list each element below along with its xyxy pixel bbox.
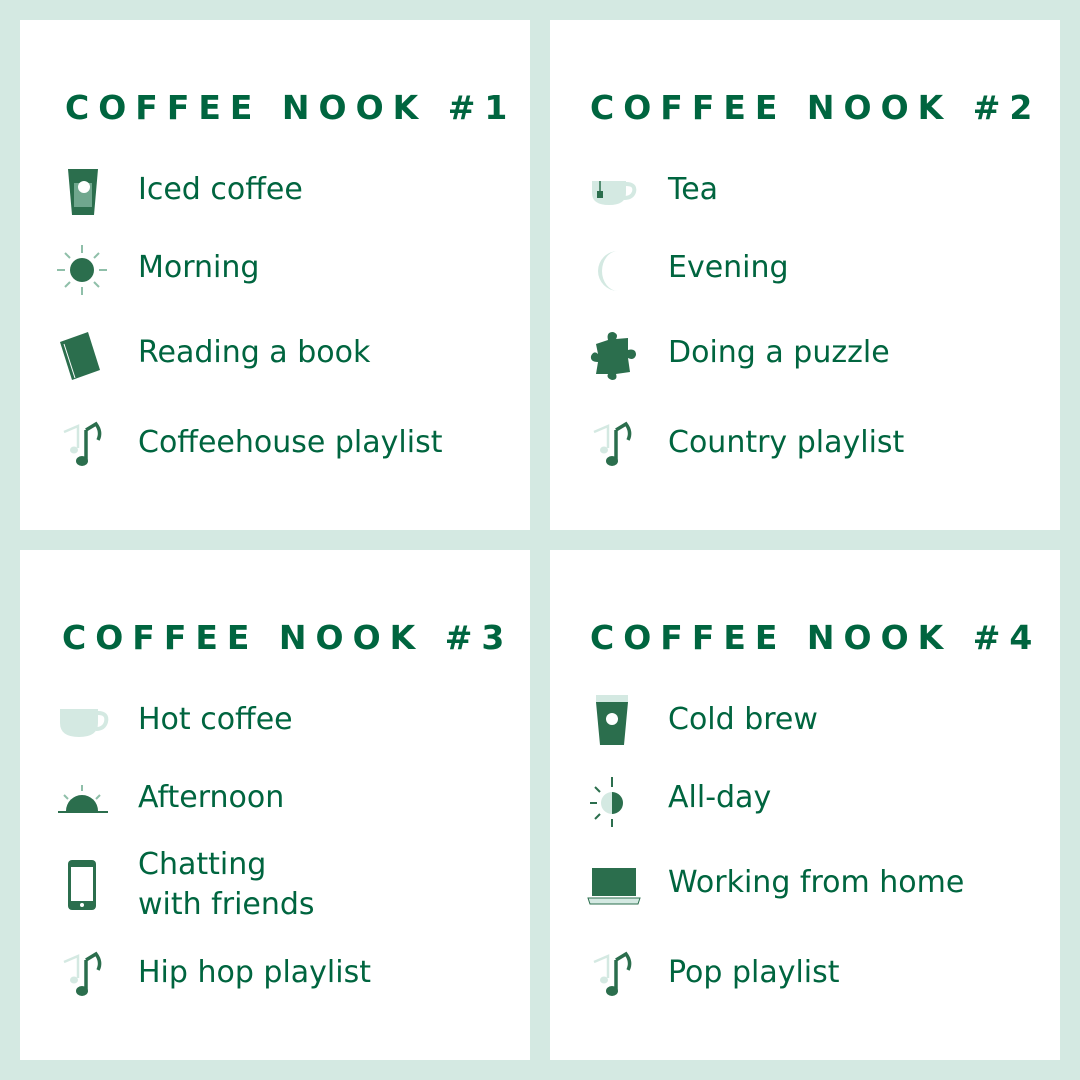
laptop-icon	[587, 868, 641, 905]
item-label: Hot coffee	[138, 702, 293, 737]
item-label: Doing a puzzle	[668, 335, 890, 370]
music-notes-icon	[62, 422, 102, 468]
book-icon	[60, 332, 100, 380]
iced-coffee-icon	[68, 169, 98, 215]
item-label: Pop playlist	[668, 955, 840, 990]
music-notes-icon	[592, 952, 632, 998]
nook-title: COFFEE NOOK #2	[590, 88, 1042, 127]
item-label: Coffeehouse playlist	[138, 425, 443, 460]
music-notes-icon	[592, 422, 632, 468]
coffee-nook-4-card: COFFEE NOOK #4 Cold brew All-day Working…	[550, 550, 1060, 1060]
item-label: Iced coffee	[138, 172, 303, 207]
tea-cup-icon	[592, 181, 637, 205]
list-item: Afternoon	[20, 768, 530, 828]
item-label: Afternoon	[138, 780, 285, 815]
nook-title: COFFEE NOOK #1	[65, 88, 517, 127]
item-label: Evening	[668, 250, 789, 285]
list-item: All-day	[550, 768, 1060, 828]
item-label: Working from home	[668, 865, 965, 900]
item-label: Hip hop playlist	[138, 955, 371, 990]
list-item: Hip hop playlist	[20, 943, 530, 1003]
sun-icon	[57, 245, 107, 295]
coffee-nook-1-card: COFFEE NOOK #1 Iced coffee Morning Readi…	[20, 20, 530, 530]
list-item: Iced coffee	[20, 160, 530, 220]
moon-icon	[598, 251, 618, 291]
item-label: Cold brew	[668, 702, 818, 737]
list-item: Working from home	[550, 853, 1060, 913]
nook-title: COFFEE NOOK #4	[590, 618, 1042, 657]
list-item: Tea	[550, 160, 1060, 220]
list-item: Chatting with friends	[20, 845, 530, 925]
list-item: Hot coffee	[20, 690, 530, 750]
half-sun-icon	[590, 777, 623, 827]
sunset-icon	[58, 785, 108, 813]
list-item: Evening	[550, 238, 1060, 298]
item-label: Tea	[668, 172, 719, 207]
item-label: Country playlist	[668, 425, 905, 460]
nook-title: COFFEE NOOK #3	[62, 618, 514, 657]
item-label: Reading a book	[138, 335, 371, 370]
coffee-nook-2-card: COFFEE NOOK #2 Tea Evening Doing a puzzl…	[550, 20, 1060, 530]
puzzle-icon	[590, 332, 636, 380]
list-item: Country playlist	[550, 413, 1060, 473]
coffee-nook-3-card: COFFEE NOOK #3 Hot coffee Afternoon Chat…	[20, 550, 530, 1060]
item-label: All-day	[668, 780, 772, 815]
list-item: Morning	[20, 238, 530, 298]
item-label: Chatting with friends	[138, 847, 315, 922]
list-item: Doing a puzzle	[550, 323, 1060, 383]
list-item: Pop playlist	[550, 943, 1060, 1003]
list-item: Reading a book	[20, 323, 530, 383]
cold-brew-icon	[596, 695, 628, 745]
phone-icon	[68, 860, 96, 910]
hot-coffee-cup-icon	[60, 709, 109, 737]
list-item: Cold brew	[550, 690, 1060, 750]
music-notes-icon	[62, 952, 102, 998]
item-label: Morning	[138, 250, 260, 285]
list-item: Coffeehouse playlist	[20, 413, 530, 473]
